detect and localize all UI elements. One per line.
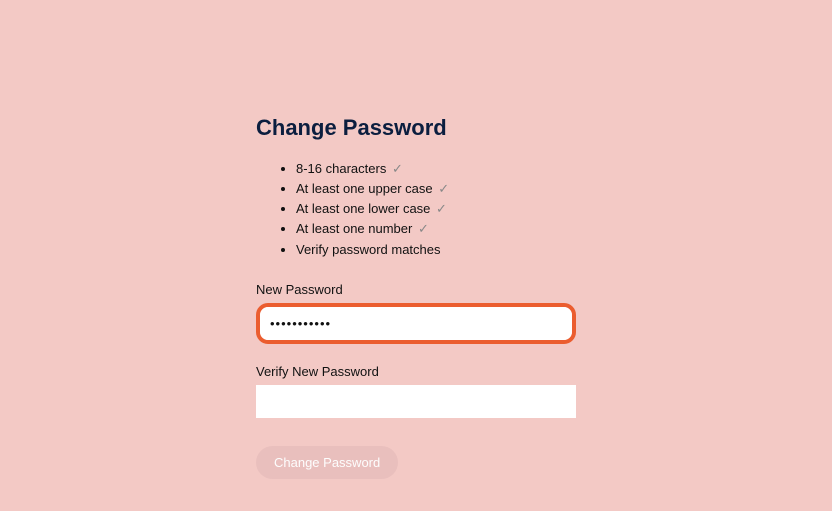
requirement-match: Verify password matches [296, 240, 576, 260]
verify-password-label: Verify New Password [256, 364, 576, 379]
password-requirements-list: 8-16 characters ✓ At least one upper cas… [256, 159, 576, 260]
requirement-length: 8-16 characters ✓ [296, 159, 576, 179]
requirement-text: At least one lower case [296, 201, 434, 216]
verify-password-input[interactable] [256, 385, 576, 418]
new-password-label: New Password [256, 282, 576, 297]
new-password-group: New Password [256, 282, 576, 344]
requirement-lowercase: At least one lower case ✓ [296, 199, 576, 219]
checkmark-icon: ✓ [418, 221, 429, 236]
requirement-text: 8-16 characters [296, 161, 390, 176]
page-title: Change Password [256, 115, 576, 141]
checkmark-icon: ✓ [436, 201, 447, 216]
input-highlight-border [256, 303, 576, 344]
change-password-form: Change Password 8-16 characters ✓ At lea… [256, 115, 576, 479]
requirement-uppercase: At least one upper case ✓ [296, 179, 576, 199]
new-password-input[interactable] [260, 307, 572, 340]
verify-password-group: Verify New Password [256, 364, 576, 418]
checkmark-icon: ✓ [438, 181, 449, 196]
checkmark-icon: ✓ [392, 161, 403, 176]
requirement-number: At least one number ✓ [296, 219, 576, 239]
requirement-text: At least one upper case [296, 181, 436, 196]
requirement-text: Verify password matches [296, 242, 441, 257]
requirement-text: At least one number [296, 221, 416, 236]
change-password-button[interactable]: Change Password [256, 446, 398, 479]
